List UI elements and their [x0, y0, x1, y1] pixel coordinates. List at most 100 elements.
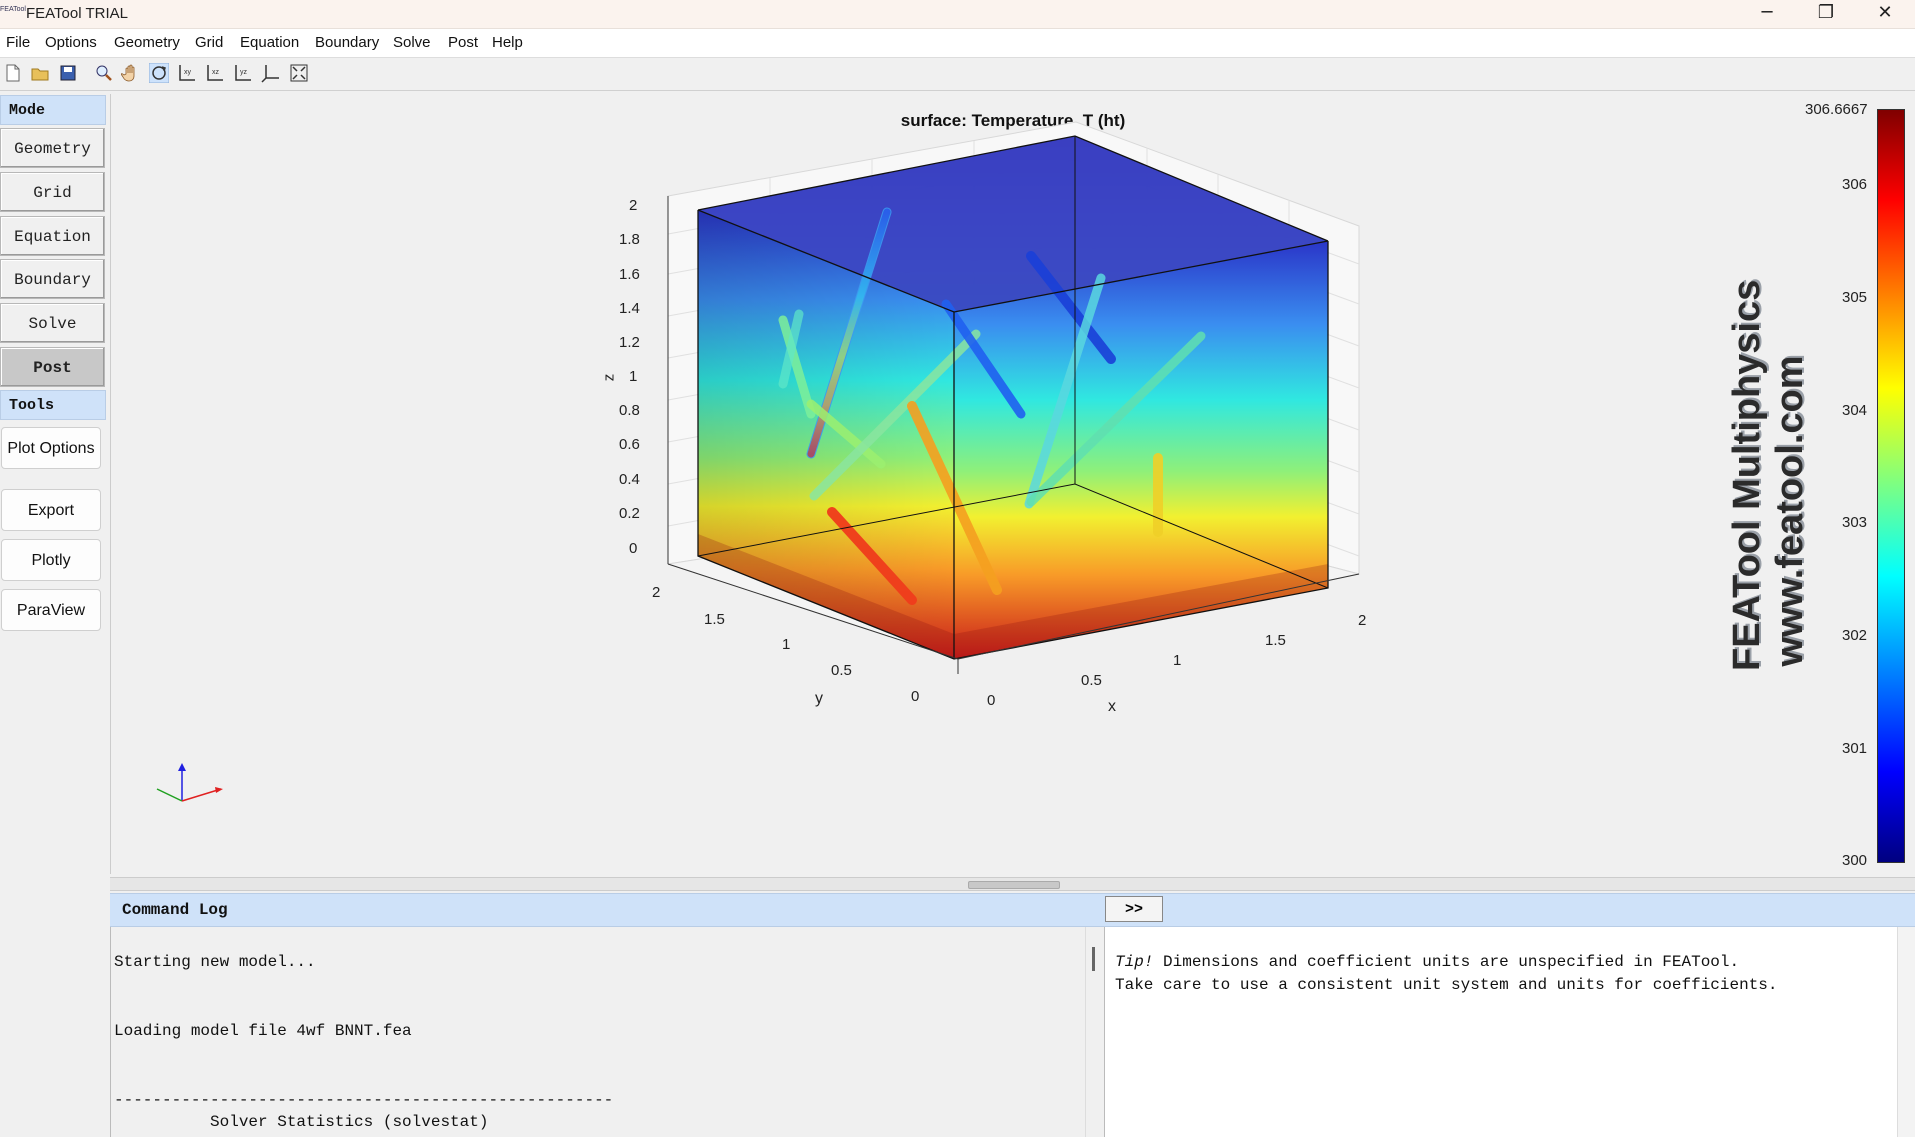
rotate-3d-icon[interactable] [149, 63, 169, 83]
tip-line-2: Take care to use a consistent unit syste… [1115, 976, 1778, 994]
command-log-header: Command Log >> [110, 893, 1915, 927]
menu-solve[interactable]: Solve [393, 34, 431, 51]
y-axis-label: y [815, 690, 823, 707]
z-tick-label: 1.4 [619, 300, 640, 317]
colorbar-tick-label: 303 [1842, 514, 1868, 531]
colorbar-gradient [1877, 109, 1905, 863]
z-tick-label: 1.2 [619, 334, 640, 351]
orientation-triad [156, 763, 223, 802]
y-tick-label: 1 [782, 636, 791, 653]
colorbar-tick-label: 300 [1842, 852, 1868, 869]
log-line: Solver Statistics (solvestat) [114, 1113, 489, 1131]
tip-label: Tip! [1115, 953, 1154, 971]
y-tick-label: 2 [652, 584, 661, 601]
command-log-pane[interactable]: Starting new model... Loading model file… [110, 927, 1086, 1137]
pan-hand-icon[interactable] [121, 63, 141, 83]
panel-splitter[interactable] [110, 877, 1915, 891]
watermark-url: www.featool.com [1769, 355, 1811, 667]
z-tick-label: 0.6 [619, 436, 640, 453]
z-tick-label: 0.4 [619, 471, 640, 488]
fit-view-icon[interactable] [289, 63, 309, 83]
tip-pane: Tip! Dimensions and coefficient units ar… [1104, 927, 1898, 1137]
x-tick-label: 0.5 [1081, 672, 1102, 689]
view-yz-icon[interactable]: yz [233, 63, 253, 83]
view-3d-axes-icon[interactable] [261, 63, 281, 83]
mode-boundary-button[interactable]: Boundary [0, 259, 105, 299]
colorbar-tick-label: 302 [1842, 627, 1868, 644]
tip-line-1: Tip! Dimensions and coefficient units ar… [1115, 953, 1739, 971]
log-line: Starting new model... [114, 953, 316, 971]
mode-post-button[interactable]: Post [0, 347, 105, 387]
menu-options[interactable]: Options [45, 34, 97, 51]
z-tick-label: 2 [629, 197, 638, 214]
mode-solve-button[interactable]: Solve [0, 303, 105, 343]
x-tick-label: 1 [1173, 652, 1182, 669]
y-tick-label: 1.5 [704, 611, 725, 628]
z-tick-label: 0 [629, 540, 638, 557]
menu-bar: File Options Geometry Grid Equation Boun… [0, 29, 1915, 58]
close-button[interactable]: ✕ [1856, 0, 1914, 28]
menu-post[interactable]: Post [448, 34, 478, 51]
z-tick-label: 0.2 [619, 505, 640, 522]
y-tick-label: 0 [911, 688, 920, 705]
watermark: FEATool Multiphysics www.featool.com [1726, 279, 1816, 671]
watermark-title: FEATool Multiphysics [1726, 279, 1768, 671]
menu-equation[interactable]: Equation [240, 34, 299, 51]
log-scrollbar[interactable] [1085, 927, 1104, 1137]
tools-header: Tools [0, 390, 106, 420]
paraview-button[interactable]: ParaView [1, 589, 101, 631]
view-xy-icon[interactable]: xy [177, 63, 197, 83]
y-tick-label: 0.5 [831, 662, 852, 679]
colorbar-max-label: 306.6667 [1805, 101, 1868, 118]
svg-text:xz: xz [212, 69, 220, 76]
triad-x-axis [181, 788, 222, 802]
log-line: ----------------------------------------… [114, 1091, 614, 1109]
x-tick-label: 1.5 [1265, 632, 1286, 649]
colorbar-tick-label: 306 [1842, 176, 1868, 193]
log-line: Loading model file 4wf BNNT.fea [114, 1022, 412, 1040]
triad-y-axis [156, 788, 183, 802]
z-axis-label: z [600, 373, 618, 382]
mode-grid-button[interactable]: Grid [0, 172, 105, 212]
plot-area[interactable]: surface: Temperature, T (ht) 2 1.8 1.6 1… [110, 94, 1915, 874]
restore-button[interactable]: ❐ [1797, 0, 1855, 28]
z-tick-label: 1.8 [619, 231, 640, 248]
open-folder-icon[interactable] [30, 63, 50, 83]
menu-boundary[interactable]: Boundary [315, 34, 379, 51]
plot-title: surface: Temperature, T (ht) [901, 111, 1126, 130]
z-tick-label: 1 [629, 368, 638, 385]
plot-options-button[interactable]: Plot Options [1, 427, 101, 469]
menu-help[interactable]: Help [492, 34, 523, 51]
z-tick-label: 0.8 [619, 402, 640, 419]
svg-text:xy: xy [184, 69, 192, 76]
splitter-grip[interactable] [968, 881, 1060, 889]
sidebar: Mode Geometry Grid Equation Boundary Sol… [0, 94, 108, 1137]
x-tick-label: 2 [1358, 612, 1367, 629]
minimize-button[interactable]: ─ [1738, 0, 1796, 28]
colorbar-tick-label: 301 [1842, 740, 1868, 757]
zoom-icon[interactable] [94, 63, 114, 83]
title-bar: FEATool FEATool TRIAL ─ ❐ ✕ [0, 0, 1915, 29]
save-icon[interactable] [58, 63, 78, 83]
x-axis-label: x [1108, 698, 1116, 715]
svg-text:yz: yz [240, 69, 248, 76]
x-tick-label: 0 [987, 692, 996, 709]
menu-geometry[interactable]: Geometry [114, 34, 180, 51]
menu-file[interactable]: File [6, 34, 30, 51]
mode-equation-button[interactable]: Equation [0, 216, 105, 256]
menu-grid[interactable]: Grid [195, 34, 223, 51]
mode-geometry-button[interactable]: Geometry [0, 128, 105, 168]
expand-log-button[interactable]: >> [1105, 896, 1163, 922]
log-scroll-thumb[interactable] [1092, 947, 1095, 971]
new-file-icon[interactable] [3, 63, 23, 83]
z-tick-label: 1.6 [619, 266, 640, 283]
command-log-title: Command Log [122, 901, 228, 919]
tip-scrollbar[interactable] [1897, 927, 1915, 1137]
export-button[interactable]: Export [1, 489, 101, 531]
mode-header: Mode [0, 95, 106, 125]
colorbar-tick-label: 304 [1842, 402, 1868, 419]
view-xz-icon[interactable]: xz [205, 63, 225, 83]
plot-canvas[interactable]: surface: Temperature, T (ht) [111, 94, 1915, 874]
colorbar-tick-label: 305 [1842, 289, 1868, 306]
plotly-button[interactable]: Plotly [1, 539, 101, 581]
